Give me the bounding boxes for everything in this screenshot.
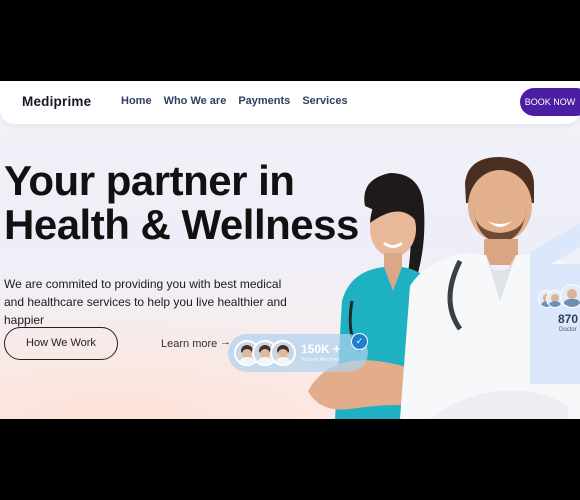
patients-count: 150K + <box>301 342 341 356</box>
nav-item-payments[interactable]: Payments <box>238 95 290 107</box>
top-nav: Mediprime Home Who We are Payments Servi… <box>0 81 580 124</box>
nav-item-services[interactable]: Services <box>302 95 347 107</box>
nav-item-home[interactable]: Home <box>121 95 152 107</box>
landing-page: Mediprime Home Who We are Payments Servi… <box>0 81 580 419</box>
book-now-button[interactable]: BOOK NOW <box>520 88 580 116</box>
how-we-work-button[interactable]: How We Work <box>4 327 118 360</box>
doctors-count-badge: 870 Doctor <box>530 264 580 384</box>
doctors-label: Doctor <box>559 327 577 333</box>
nav-item-who-we-are[interactable]: Who We are <box>164 95 227 107</box>
hero-subtitle: We are commited to providing you with be… <box>4 277 287 327</box>
hero-title: Your partner in Health & Wellness <box>4 159 359 247</box>
brand-logo[interactable]: Mediprime <box>22 94 91 109</box>
patient-avatar <box>270 340 296 366</box>
doctor-avatar <box>560 284 580 308</box>
doctors-count: 870 <box>558 312 579 326</box>
patients-label: Patient Recover <box>301 357 341 363</box>
hero-title-line-1: Your partner in <box>4 157 295 204</box>
hero-title-line-2: Health & Wellness <box>4 201 359 248</box>
learn-more-link[interactable]: Learn more <box>161 338 217 350</box>
nav-menu: Home Who We are Payments Services <box>121 95 348 107</box>
patient-recover-badge: 150K + Patient Recover ✓ <box>228 333 368 372</box>
check-icon: ✓ <box>351 333 368 350</box>
